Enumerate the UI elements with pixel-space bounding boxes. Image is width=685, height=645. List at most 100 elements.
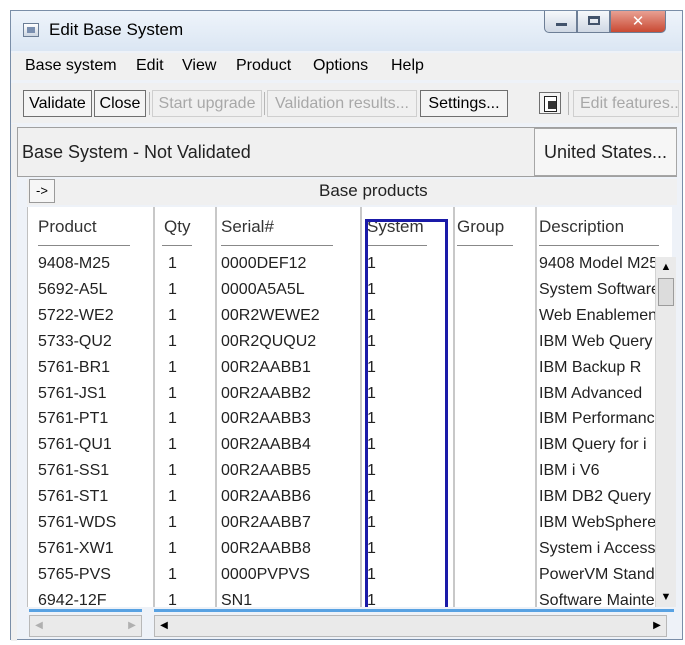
cell-serial: 00R2AABB8 bbox=[221, 539, 311, 557]
table-row[interactable]: 6942-12F1SN11Software Maintenance bbox=[28, 589, 672, 607]
cell-description: IBM Web Query bbox=[539, 332, 653, 350]
cell-serial: 00R2AABB6 bbox=[221, 488, 311, 506]
cell-serial: 00R2WEWE2 bbox=[221, 306, 320, 324]
settings-button[interactable]: Settings... bbox=[420, 90, 508, 117]
col-header-serial[interactable]: Serial# bbox=[221, 217, 274, 237]
toolbar: Validate Close Start upgrade Validation … bbox=[11, 83, 682, 123]
maximize-button[interactable] bbox=[577, 11, 610, 33]
left-border-strip bbox=[11, 124, 17, 641]
cell-qty: 1 bbox=[168, 280, 177, 298]
header-underline bbox=[221, 245, 333, 246]
cell-product: 5733-QU2 bbox=[38, 332, 112, 350]
cell-qty: 1 bbox=[168, 306, 177, 324]
cell-qty: 1 bbox=[168, 514, 177, 531]
menu-edit[interactable]: Edit bbox=[136, 57, 164, 75]
table-row[interactable]: 5722-WE2 1 00R2WEWE2 1 Web Enablement bbox=[28, 304, 672, 330]
cell-serial: SN1 bbox=[221, 591, 253, 607]
table-row[interactable]: 9408-M25 1 0000DEF12 1 9408 Model M25 bbox=[28, 252, 672, 278]
cell-qty: 1 bbox=[168, 539, 177, 557]
cell-qty: 1 bbox=[168, 255, 177, 272]
table-row[interactable]: 5765-PVS10000PVPVS1PowerVM Standard bbox=[28, 563, 672, 589]
table-row[interactable]: 5761-XW1 1 00R2AABB8 1 System i Access bbox=[28, 537, 672, 563]
col-header-product[interactable]: Product bbox=[38, 217, 97, 237]
scroll-thumb[interactable] bbox=[658, 278, 674, 306]
maximize-icon bbox=[588, 16, 600, 25]
products-table: Product Qty Serial# System Group Descrip… bbox=[27, 207, 672, 607]
base-products-title: Base products bbox=[319, 181, 428, 200]
table-row[interactable]: 5761-WDS 1 00R2AABB7 1 IBM WebSphere bbox=[28, 511, 672, 537]
cell-product: 9408-M25 bbox=[38, 255, 111, 272]
cell-qty: 1 bbox=[168, 462, 177, 480]
col-header-description[interactable]: Description bbox=[539, 217, 624, 237]
title-bar[interactable]: Edit Base System ✕ bbox=[11, 11, 682, 51]
cell-description: PowerVM Standard bbox=[539, 565, 659, 583]
cell-product: 5761-PT1 bbox=[38, 410, 109, 428]
scroll-left-icon[interactable]: ◀ bbox=[30, 616, 48, 636]
cell-serial: 00R2AABB2 bbox=[221, 384, 311, 402]
cell-description: IBM Performance bbox=[539, 410, 659, 428]
cell-product: 5761-BR1 bbox=[38, 358, 111, 376]
menu-base-system[interactable]: Base system bbox=[25, 57, 117, 75]
validation-results-button[interactable]: Validation results... bbox=[267, 90, 417, 117]
scroll-left-icon[interactable]: ◀ bbox=[155, 616, 173, 636]
table-row[interactable]: 5761-JS1 1 00R2AABB2 1 IBM Advanced bbox=[28, 382, 672, 408]
left-horizontal-scrollbar[interactable]: ◀ ▶ bbox=[29, 615, 142, 637]
menu-view[interactable]: View bbox=[182, 57, 216, 75]
close-window-button[interactable]: ✕ bbox=[610, 11, 666, 33]
cell-qty: 1 bbox=[168, 358, 177, 376]
menu-help[interactable]: Help bbox=[391, 57, 424, 75]
cell-serial: 00R2AABB3 bbox=[221, 410, 311, 428]
toolbar-separator bbox=[149, 92, 150, 115]
cell-product: 6942-12F bbox=[38, 591, 107, 607]
cell-product: 5761-JS1 bbox=[38, 384, 107, 402]
table-row[interactable]: 5761-SS1 1 00R2AABB5 1 IBM i V6 bbox=[28, 459, 672, 485]
cell-description: 9408 Model M25 bbox=[539, 255, 659, 272]
cell-description: IBM Query for i bbox=[539, 436, 647, 454]
base-products-header: -> Base products bbox=[27, 179, 677, 205]
cell-serial: 00R2AABB1 bbox=[221, 358, 311, 376]
edit-features-button[interactable]: Edit features... bbox=[573, 90, 679, 117]
cell-serial: 00R2QUQU2 bbox=[221, 332, 317, 350]
table-row[interactable]: 5761-PT1 1 00R2AABB3 1 IBM Performance bbox=[28, 407, 672, 433]
cell-product: 5765-PVS bbox=[38, 565, 111, 583]
table-row[interactable]: 5761-QU1 1 00R2AABB4 1 IBM Query for i bbox=[28, 433, 672, 459]
cell-description: System i Access bbox=[539, 539, 656, 557]
right-horizontal-scrollbar[interactable]: ◀ ▶ bbox=[154, 615, 667, 637]
close-icon: ✕ bbox=[631, 12, 645, 30]
expand-arrow-button[interactable]: -> bbox=[29, 179, 55, 203]
scroll-up-icon[interactable]: ▲ bbox=[656, 257, 676, 277]
clipboard-icon[interactable] bbox=[539, 92, 561, 114]
cell-serial: 0000A5A5L bbox=[221, 280, 305, 298]
status-bar: Base System - Not Validated United State… bbox=[17, 127, 677, 177]
country-button[interactable]: United States... bbox=[534, 128, 677, 176]
table-row[interactable]: 5761-BR1 1 00R2AABB1 1 IBM Backup R bbox=[28, 356, 672, 382]
table-row[interactable]: 5733-QU2 1 00R2QUQU2 1 IBM Web Query bbox=[28, 330, 672, 356]
col-header-qty[interactable]: Qty bbox=[164, 217, 190, 237]
scroll-right-icon[interactable]: ▶ bbox=[648, 616, 666, 636]
table-row[interactable]: 5692-A5L 1 0000A5A5L 1 System Software bbox=[28, 278, 672, 304]
minimize-icon bbox=[556, 23, 567, 26]
cell-description: Software Maintenance bbox=[539, 591, 659, 607]
cell-qty: 1 bbox=[168, 488, 177, 506]
close-button[interactable]: Close bbox=[94, 90, 146, 117]
cell-description: Web Enablement bbox=[539, 306, 659, 324]
table-row[interactable]: 5761-ST1 1 00R2AABB6 1 IBM DB2 Query bbox=[28, 485, 672, 511]
menu-product[interactable]: Product bbox=[236, 57, 291, 75]
minimize-button[interactable] bbox=[544, 11, 577, 33]
header-underline bbox=[539, 245, 659, 246]
cell-description: System Software bbox=[539, 280, 659, 298]
scroll-right-icon[interactable]: ▶ bbox=[123, 616, 141, 636]
cell-qty: 1 bbox=[168, 410, 177, 428]
cell-serial: 0000PVPVS bbox=[221, 565, 310, 583]
cell-qty: 1 bbox=[168, 332, 177, 350]
vertical-scrollbar[interactable]: ▲ ▼ bbox=[655, 257, 676, 607]
edit-base-system-window: Edit Base System ✕ Base system Edit View… bbox=[10, 10, 683, 641]
validate-button[interactable]: Validate bbox=[23, 90, 92, 117]
start-upgrade-button[interactable]: Start upgrade bbox=[152, 90, 262, 117]
scroll-down-icon[interactable]: ▼ bbox=[656, 587, 676, 607]
validation-status: Base System - Not Validated bbox=[22, 142, 251, 162]
col-header-group[interactable]: Group bbox=[457, 217, 504, 237]
toolbar-separator bbox=[264, 92, 265, 115]
menu-options[interactable]: Options bbox=[313, 57, 368, 75]
window-app-icon bbox=[23, 23, 39, 37]
